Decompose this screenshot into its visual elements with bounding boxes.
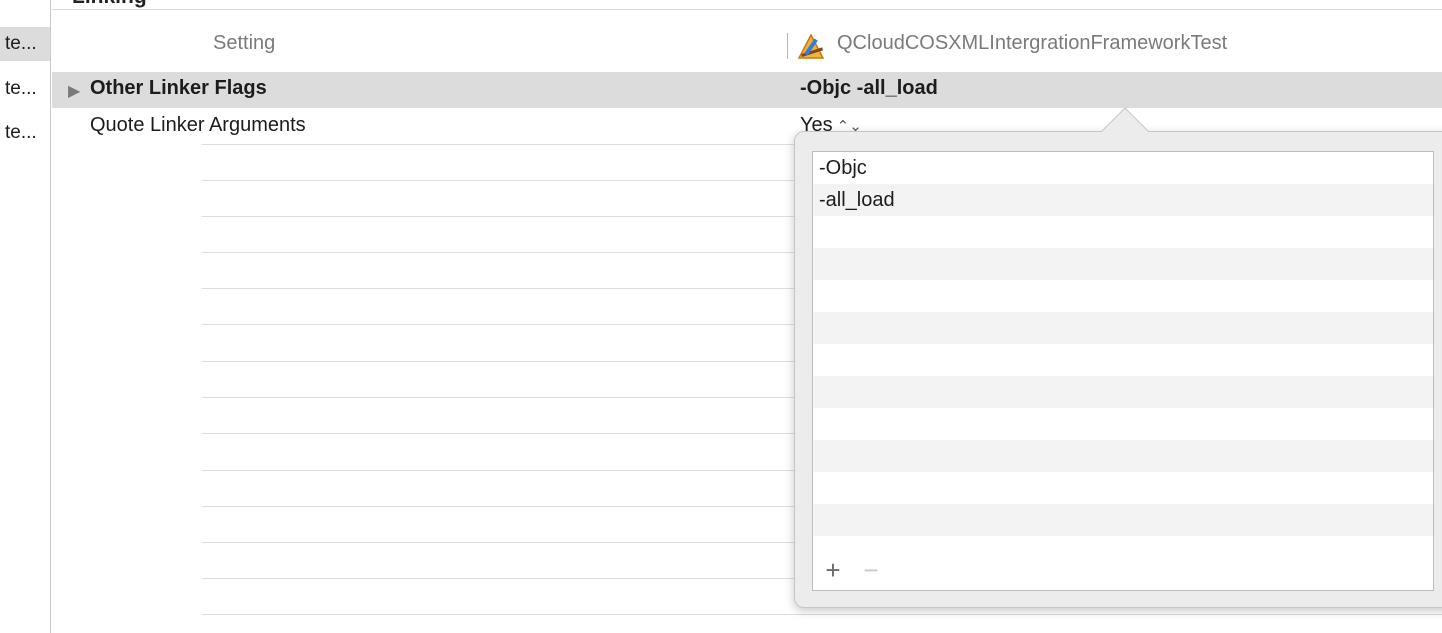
linker-flags-list[interactable]: -Objc -all_load + − <box>812 151 1434 591</box>
disclosure-triangle-icon[interactable]: ▶ <box>68 81 80 101</box>
empty-list-row <box>813 440 1433 472</box>
sidebar-item-label: te... <box>5 122 37 143</box>
xcode-target-icon <box>797 33 825 59</box>
section-top-rule <box>52 9 1442 10</box>
column-header-target[interactable]: QCloudCOSXMLIntergrationFrameworkTest <box>837 32 1227 55</box>
list-toolbar: + − <box>813 550 1433 590</box>
add-button[interactable]: + <box>821 557 845 583</box>
section-title: Linking <box>72 0 147 8</box>
list-item-label: -all_load <box>819 189 895 211</box>
linker-flags-popover: -Objc -all_load + − <box>794 131 1442 608</box>
remove-button[interactable]: − <box>859 557 883 583</box>
empty-list-row <box>813 472 1433 504</box>
grid-line <box>202 614 1442 615</box>
empty-list-row <box>813 312 1433 344</box>
empty-list-row <box>813 216 1433 248</box>
list-item[interactable]: -Objc <box>813 152 1433 184</box>
empty-list-row <box>813 280 1433 312</box>
setting-row-other-linker-flags[interactable]: ▶ Other Linker Flags -Objc -all_load <box>52 72 1442 108</box>
column-header-target-label: QCloudCOSXMLIntergrationFrameworkTest <box>837 32 1228 54</box>
empty-list-row <box>813 504 1433 536</box>
sidebar-item-label: te... <box>5 78 37 99</box>
empty-list-row <box>813 344 1433 376</box>
sidebar-item-target-1[interactable]: te... <box>0 27 50 61</box>
column-divider <box>787 33 788 59</box>
column-header-setting-label: Setting <box>213 32 276 54</box>
empty-list-row <box>813 248 1433 280</box>
section-header-linking[interactable]: Linking <box>72 0 147 9</box>
sidebar: te... te... te... <box>0 0 51 633</box>
setting-value[interactable]: -Objc -all_load <box>800 77 938 100</box>
sidebar-item-label: te... <box>5 33 37 54</box>
list-item[interactable]: -all_load <box>813 184 1433 216</box>
sidebar-item-target-3[interactable]: te... <box>0 116 50 150</box>
empty-list-row <box>813 408 1433 440</box>
empty-list-row <box>813 376 1433 408</box>
setting-name: Quote Linker Arguments <box>90 114 306 136</box>
setting-name: Other Linker Flags <box>90 77 267 99</box>
list-item-label: -Objc <box>819 157 867 179</box>
sidebar-item-target-2[interactable]: te... <box>0 72 50 106</box>
column-header-setting[interactable]: Setting <box>213 32 275 55</box>
popover-arrow <box>1075 107 1175 136</box>
